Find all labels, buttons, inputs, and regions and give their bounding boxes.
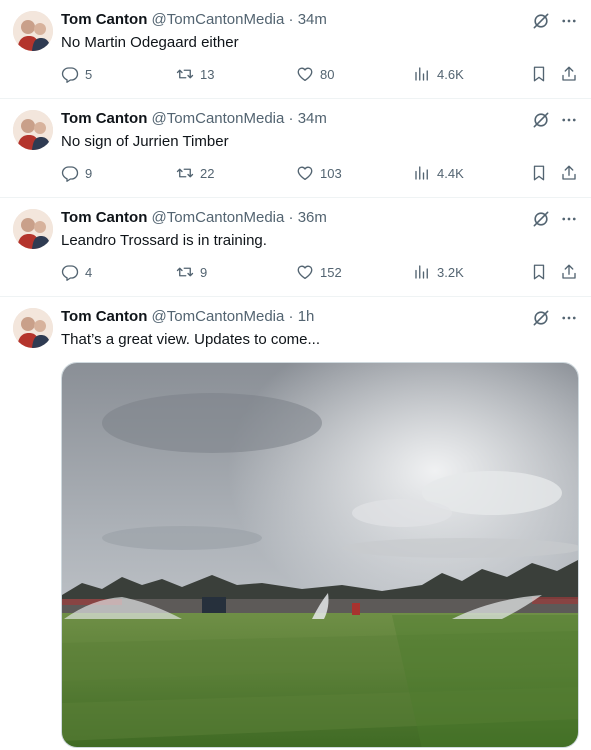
- tweet-header: Tom Canton @TomCantonMedia · 34m: [61, 109, 327, 129]
- separator: ·: [288, 110, 294, 127]
- author-name[interactable]: Tom Canton: [61, 209, 147, 226]
- separator: ·: [288, 209, 294, 226]
- bookmark-button[interactable]: [530, 162, 548, 184]
- tweet-header: Tom Canton @TomCantonMedia · 34m: [61, 10, 327, 30]
- like-count: 152: [320, 264, 342, 280]
- grok-icon[interactable]: [530, 10, 552, 32]
- reply-button[interactable]: 5: [61, 63, 92, 85]
- separator: ·: [288, 308, 294, 325]
- tweet-header: Tom Canton @TomCantonMedia · 36m: [61, 208, 327, 228]
- share-button[interactable]: [560, 63, 578, 85]
- avatar[interactable]: [13, 308, 53, 348]
- retweet-button[interactable]: 9: [176, 261, 207, 283]
- more-icon[interactable]: [558, 109, 580, 131]
- reply-count: 5: [85, 66, 93, 82]
- bookmark-icon: [533, 264, 545, 280]
- reply-icon: [61, 265, 79, 281]
- author-handle[interactable]: @TomCantonMedia: [152, 110, 285, 127]
- heart-icon: [297, 166, 313, 181]
- tweet[interactable]: Tom Canton @TomCantonMedia · 34m No Mart…: [0, 0, 591, 99]
- views-icon: [415, 166, 428, 180]
- heart-icon: [297, 265, 313, 280]
- action-bar: 9 22 103 4.4K: [0, 162, 591, 184]
- views-button[interactable]: 4.6K: [413, 63, 464, 85]
- bookmark-icon: [533, 66, 545, 82]
- reply-icon: [61, 67, 79, 83]
- retweet-icon: [176, 69, 194, 79]
- more-icon[interactable]: [558, 10, 580, 32]
- views-button[interactable]: 4.4K: [413, 162, 464, 184]
- like-count: 103: [320, 165, 342, 181]
- author-handle[interactable]: @TomCantonMedia: [152, 11, 285, 28]
- timestamp[interactable]: 36m: [298, 209, 327, 226]
- retweet-count: 9: [200, 264, 208, 280]
- view-count: 4.6K: [437, 66, 464, 82]
- like-button[interactable]: 80: [296, 63, 334, 85]
- tweet[interactable]: Tom Canton @TomCantonMedia · 34m No sign…: [0, 99, 591, 198]
- more-icon[interactable]: [558, 307, 580, 329]
- reply-count: 4: [85, 264, 93, 280]
- heart-icon: [297, 67, 313, 82]
- timestamp[interactable]: 34m: [298, 110, 327, 127]
- tweet-text: That’s a great view. Updates to come...: [61, 331, 321, 348]
- avatar[interactable]: [13, 11, 53, 51]
- action-bar: 5 13 80 4.6K: [0, 63, 591, 85]
- views-button[interactable]: 3.2K: [413, 261, 464, 283]
- tweet-text: No Martin Odegaard either: [61, 34, 239, 51]
- author-handle[interactable]: @TomCantonMedia: [152, 209, 285, 226]
- like-button[interactable]: 152: [296, 261, 342, 283]
- views-icon: [415, 265, 428, 279]
- separator: ·: [288, 11, 294, 28]
- training-ground-photo[interactable]: [61, 362, 579, 748]
- retweet-button[interactable]: 22: [176, 162, 214, 184]
- share-button[interactable]: [560, 261, 578, 283]
- author-name[interactable]: Tom Canton: [61, 308, 147, 325]
- tweet[interactable]: Tom Canton @TomCantonMedia · 36m Leandro…: [0, 198, 591, 297]
- author-handle[interactable]: @TomCantonMedia: [152, 308, 285, 325]
- reply-count: 9: [85, 165, 93, 181]
- timestamp[interactable]: 1h: [298, 308, 315, 325]
- reply-button[interactable]: 9: [61, 162, 92, 184]
- grok-icon[interactable]: [530, 109, 552, 131]
- grok-icon[interactable]: [530, 307, 552, 329]
- action-bar: 4 9 152 3.2K: [0, 261, 591, 283]
- tweet-text: No sign of Jurrien Timber: [61, 133, 229, 150]
- more-icon[interactable]: [558, 208, 580, 230]
- retweet-count: 13: [200, 66, 215, 82]
- retweet-icon: [176, 168, 194, 178]
- view-count: 3.2K: [437, 264, 464, 280]
- retweet-icon: [176, 267, 194, 277]
- author-name[interactable]: Tom Canton: [61, 11, 147, 28]
- reply-button[interactable]: 4: [61, 261, 92, 283]
- tweet[interactable]: Tom Canton @TomCantonMedia · 1h That’s a…: [0, 297, 591, 750]
- avatar[interactable]: [13, 110, 53, 150]
- share-icon: [562, 165, 576, 180]
- view-count: 4.4K: [437, 165, 464, 181]
- share-icon: [562, 264, 576, 279]
- timestamp[interactable]: 34m: [298, 11, 327, 28]
- author-name[interactable]: Tom Canton: [61, 110, 147, 127]
- bookmark-button[interactable]: [530, 261, 548, 283]
- tweet-text: Leandro Trossard is in training.: [61, 232, 267, 249]
- views-icon: [415, 67, 428, 81]
- grok-icon[interactable]: [530, 208, 552, 230]
- avatar[interactable]: [13, 209, 53, 249]
- bookmark-icon: [533, 165, 545, 181]
- retweet-button[interactable]: 13: [176, 63, 214, 85]
- tweet-header: Tom Canton @TomCantonMedia · 1h: [61, 307, 314, 327]
- bookmark-button[interactable]: [530, 63, 548, 85]
- like-button[interactable]: 103: [296, 162, 342, 184]
- share-button[interactable]: [560, 162, 578, 184]
- retweet-count: 22: [200, 165, 215, 181]
- share-icon: [562, 66, 576, 81]
- like-count: 80: [320, 66, 335, 82]
- reply-icon: [61, 166, 79, 182]
